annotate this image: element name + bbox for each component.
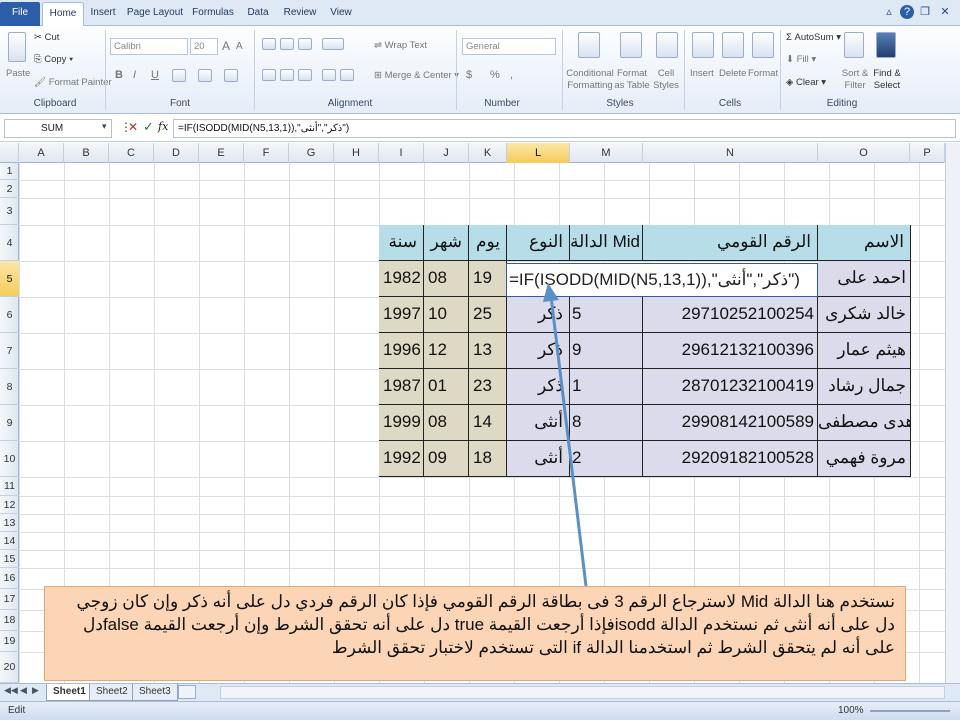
arrow-head xyxy=(543,283,559,302)
arrow-shaft xyxy=(549,295,588,587)
annotation-arrow xyxy=(543,283,588,587)
